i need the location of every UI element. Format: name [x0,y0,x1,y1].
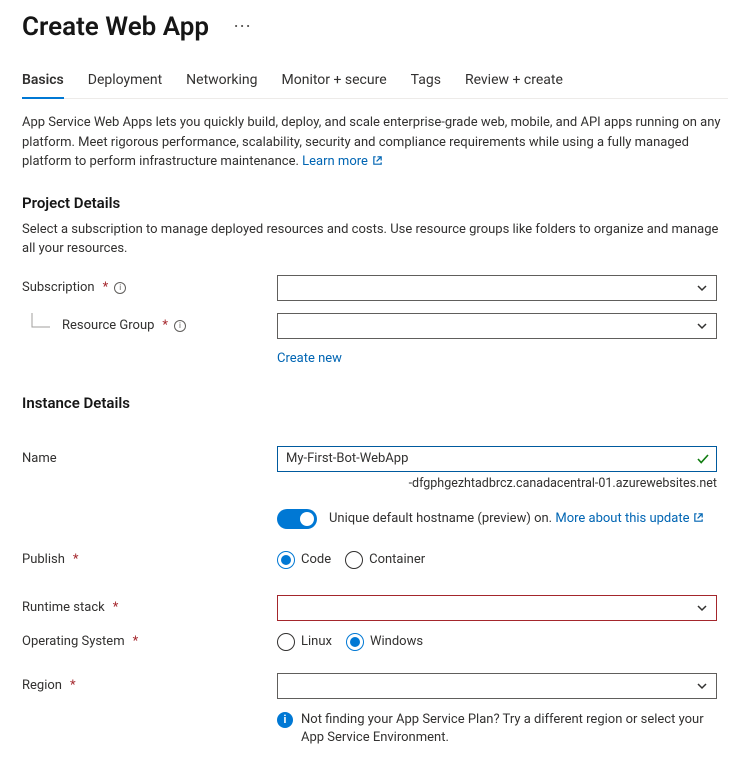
tab-tags[interactable]: Tags [411,68,441,98]
required-indicator: * [113,600,119,615]
tab-basics[interactable]: Basics [22,68,64,98]
resource-group-label: Resource Group [62,318,154,333]
create-new-resource-group-link[interactable]: Create new [277,351,342,366]
publish-container-label: Container [369,552,425,567]
chevron-down-icon [696,282,708,294]
tab-strip: Basics Deployment Networking Monitor + s… [22,68,728,99]
required-indicator: * [133,634,139,649]
publish-label: Publish [22,552,65,567]
page-title: Create Web App [22,12,209,42]
chevron-down-icon [696,602,708,614]
resource-group-dropdown[interactable] [277,313,717,339]
info-icon[interactable]: i [114,282,126,294]
info-icon[interactable]: i [174,320,186,332]
project-details-description: Select a subscription to manage deployed… [22,220,728,259]
os-linux-label: Linux [301,634,332,649]
publish-radio-group: Code Container [277,551,717,569]
required-indicator: * [162,318,168,333]
publish-code-label: Code [301,552,331,567]
name-input[interactable] [286,451,696,466]
toggle-knob [300,512,314,526]
unique-hostname-toggle[interactable] [277,509,317,529]
region-hint-text: Not finding your App Service Plan? Try a… [301,711,717,749]
more-actions-button[interactable]: ⋯ [229,14,256,40]
tab-deployment[interactable]: Deployment [88,68,162,98]
region-dropdown[interactable] [277,673,717,699]
tab-networking[interactable]: Networking [186,68,257,98]
instance-details-heading: Instance Details [22,394,728,412]
external-link-icon [372,155,383,166]
publish-container-radio[interactable]: Container [345,551,425,569]
unique-hostname-label: Unique default hostname (preview) on. Mo… [329,511,704,526]
chevron-down-icon [696,320,708,332]
name-input-wrapper[interactable] [277,446,717,472]
os-linux-radio[interactable]: Linux [277,633,332,651]
project-details-heading: Project Details [22,194,728,212]
subscription-dropdown[interactable] [277,275,717,301]
intro-text: App Service Web Apps lets you quickly bu… [22,113,728,172]
required-indicator: * [70,678,76,693]
required-indicator: * [103,280,109,295]
required-indicator: * [73,552,79,567]
chevron-down-icon [696,680,708,692]
tab-monitor-secure[interactable]: Monitor + secure [282,68,387,98]
more-about-update-link[interactable]: More about this update [555,511,704,526]
tree-branch-icon [22,313,54,339]
hostname-suffix: -dfgphgezhtadbrcz.canadacentral-01.azure… [277,476,717,491]
os-radio-group: Linux Windows [277,633,717,651]
region-label: Region [22,678,62,693]
publish-code-radio[interactable]: Code [277,551,331,569]
external-link-icon [693,512,704,523]
os-label: Operating System [22,634,125,649]
subscription-label: Subscription [22,280,95,295]
name-label: Name [22,451,57,466]
check-icon [696,452,710,466]
os-windows-radio[interactable]: Windows [346,633,423,651]
os-windows-label: Windows [370,634,423,649]
runtime-stack-label: Runtime stack [22,600,105,615]
tab-review-create[interactable]: Review + create [465,68,563,98]
info-icon: i [277,712,293,728]
learn-more-link[interactable]: Learn more [302,154,383,169]
runtime-stack-dropdown[interactable] [277,595,717,621]
